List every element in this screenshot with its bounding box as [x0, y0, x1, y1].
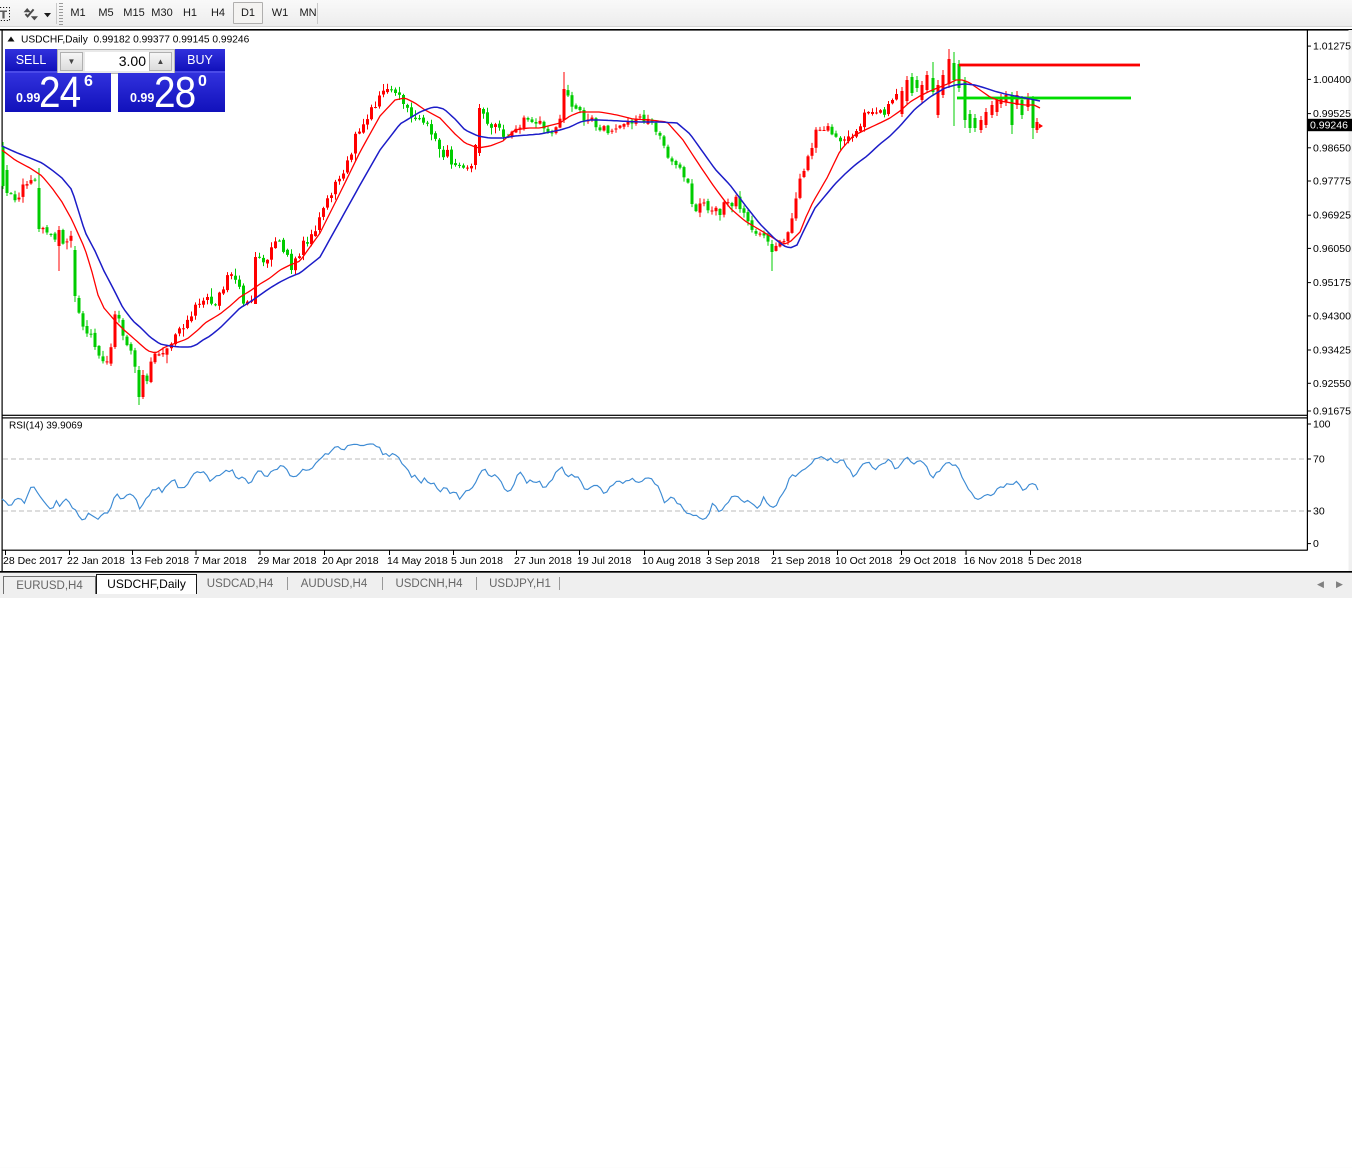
svg-text:21 Sep 2018: 21 Sep 2018 — [771, 555, 831, 567]
svg-text:30: 30 — [1313, 506, 1325, 518]
svg-text:19 Jul 2018: 19 Jul 2018 — [577, 555, 631, 567]
svg-text:7 Mar 2018: 7 Mar 2018 — [194, 555, 247, 567]
svg-text:0.98650: 0.98650 — [1313, 142, 1351, 154]
svg-text:0.96925: 0.96925 — [1313, 210, 1351, 222]
svg-text:14 May 2018: 14 May 2018 — [387, 555, 448, 567]
svg-text:0.92550: 0.92550 — [1313, 378, 1351, 390]
svg-text:27 Jun 2018: 27 Jun 2018 — [514, 555, 572, 567]
svg-text:13 Feb 2018: 13 Feb 2018 — [130, 555, 189, 567]
svg-text:10 Aug 2018: 10 Aug 2018 — [642, 555, 701, 567]
svg-text:28 Dec 2017: 28 Dec 2017 — [3, 555, 63, 567]
svg-text:100: 100 — [1313, 419, 1331, 431]
svg-text:0.94300: 0.94300 — [1313, 310, 1351, 322]
svg-text:29 Oct 2018: 29 Oct 2018 — [899, 555, 956, 567]
svg-text:0.93425: 0.93425 — [1313, 345, 1351, 357]
svg-text:1.00400: 1.00400 — [1313, 74, 1351, 86]
svg-text:0.97775: 0.97775 — [1313, 176, 1351, 188]
svg-text:3 Sep 2018: 3 Sep 2018 — [706, 555, 760, 567]
svg-text:1.01275: 1.01275 — [1313, 41, 1351, 53]
svg-text:5 Dec 2018: 5 Dec 2018 — [1028, 555, 1082, 567]
svg-text:22 Jan 2018: 22 Jan 2018 — [67, 555, 125, 567]
svg-text:0: 0 — [1313, 538, 1319, 550]
svg-text:10 Oct 2018: 10 Oct 2018 — [835, 555, 892, 567]
svg-text:16 Nov 2018: 16 Nov 2018 — [964, 555, 1024, 567]
svg-text:RSI(14) 39.9069: RSI(14) 39.9069 — [9, 421, 83, 432]
svg-text:0.96050: 0.96050 — [1313, 243, 1351, 255]
svg-text:0.91675: 0.91675 — [1313, 406, 1351, 418]
svg-text:20 Apr 2018: 20 Apr 2018 — [322, 555, 379, 567]
svg-text:29 Mar 2018: 29 Mar 2018 — [258, 555, 317, 567]
svg-text:70: 70 — [1313, 454, 1325, 466]
svg-text:5 Jun 2018: 5 Jun 2018 — [451, 555, 503, 567]
svg-text:USDCHF,Daily 0.99182 0.99377: USDCHF,Daily 0.99182 0.99377 0.99145 0.9… — [21, 35, 250, 46]
svg-text:0.95175: 0.95175 — [1313, 277, 1351, 289]
svg-text:0.99525: 0.99525 — [1313, 108, 1351, 120]
svg-text:0.99246: 0.99246 — [1310, 120, 1348, 132]
